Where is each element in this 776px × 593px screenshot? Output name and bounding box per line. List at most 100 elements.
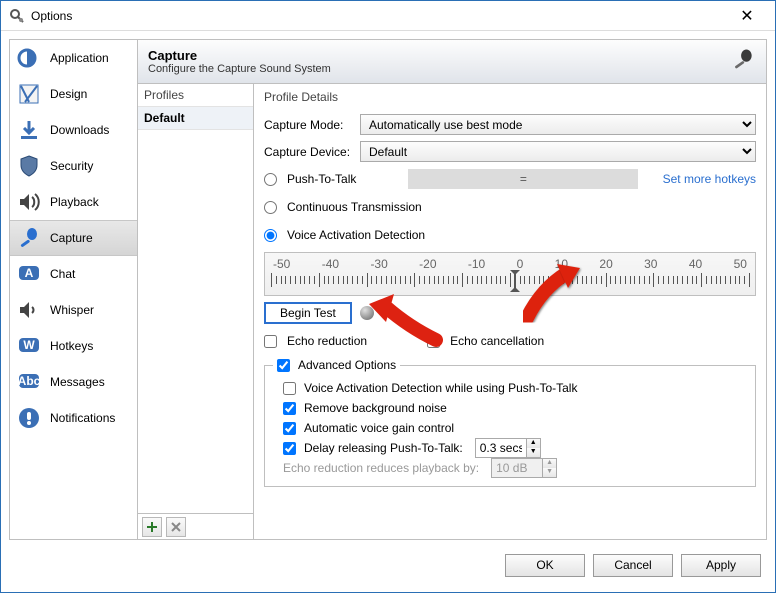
ruler-label: -50 [273, 257, 290, 271]
sidebar-item-playback[interactable]: Playback [10, 184, 137, 220]
ruler-label: 20 [599, 257, 612, 271]
spin-down-icon[interactable]: ▼ [527, 448, 540, 457]
set-more-hotkeys-link[interactable]: Set more hotkeys [663, 172, 756, 186]
remove-profile-button[interactable] [166, 517, 186, 537]
test-led-icon [360, 306, 374, 320]
sidebar-item-application[interactable]: Application [10, 40, 137, 76]
sidebar-item-label: Design [50, 87, 87, 101]
adv-delay-checkbox[interactable] [283, 442, 296, 455]
sidebar-item-downloads[interactable]: Downloads [10, 112, 137, 148]
adv-delay-label: Delay releasing Push-To-Talk: [304, 441, 463, 455]
application-icon [16, 45, 42, 71]
sidebar-item-label: Security [50, 159, 93, 173]
capture-mode-select[interactable]: Automatically use best mode [360, 114, 756, 135]
ok-button[interactable]: OK [505, 554, 585, 577]
messages-icon: Abc [16, 369, 42, 395]
microphone-icon [728, 46, 756, 77]
sidebar-item-label: Whisper [50, 303, 94, 317]
spin-up-icon[interactable]: ▲ [527, 439, 540, 448]
page-header: Capture Configure the Capture Sound Syst… [138, 40, 766, 84]
begin-test-button[interactable]: Begin Test [264, 302, 352, 324]
adv-vad-ptt-checkbox[interactable] [283, 382, 296, 395]
titlebar: Options ✕ [1, 1, 775, 31]
delay-value[interactable] [476, 439, 526, 457]
apply-button[interactable]: Apply [681, 554, 761, 577]
sidebar-item-label: Downloads [50, 123, 109, 137]
ruler-label: 40 [689, 257, 702, 271]
dialog-footer: OK Cancel Apply [9, 546, 767, 584]
sidebar-item-chat[interactable]: A Chat [10, 256, 137, 292]
adv-noise-checkbox[interactable] [283, 402, 296, 415]
sidebar-item-label: Capture [50, 231, 93, 245]
advanced-options-group: Advanced Options Voice Activation Detect… [264, 358, 756, 487]
design-icon [16, 81, 42, 107]
echo-reduction-label: Echo reduction [287, 334, 367, 348]
close-button[interactable]: ✕ [727, 6, 767, 26]
spin-up-icon: ▲ [543, 459, 556, 468]
sidebar-item-security[interactable]: Security [10, 148, 137, 184]
page-subtitle: Configure the Capture Sound System [148, 63, 331, 75]
echo-db-spinner: ▲▼ [491, 458, 557, 478]
sidebar-item-label: Notifications [50, 411, 115, 425]
profiles-panel: Profiles Default [138, 84, 254, 539]
vad-radio[interactable] [264, 229, 277, 242]
cancel-button[interactable]: Cancel [593, 554, 673, 577]
sidebar-item-whisper[interactable]: Whisper [10, 292, 137, 328]
ruler-label: -40 [322, 257, 339, 271]
sidebar-item-label: Chat [50, 267, 75, 281]
sidebar-item-label: Messages [50, 375, 105, 389]
ptt-hotkey-field[interactable] [408, 169, 638, 189]
advanced-options-label: Advanced Options [298, 358, 396, 372]
echo-cancellation-label: Echo cancellation [450, 334, 544, 348]
spin-down-icon: ▼ [543, 468, 556, 477]
sidebar-item-label: Hotkeys [50, 339, 93, 353]
ruler-label: 50 [734, 257, 747, 271]
downloads-icon [16, 117, 42, 143]
sidebar-item-label: Application [50, 51, 109, 65]
continuous-radio[interactable] [264, 201, 277, 214]
ruler-label: -30 [370, 257, 387, 271]
profile-item[interactable]: Default [138, 107, 253, 130]
continuous-label: Continuous Transmission [287, 200, 422, 214]
sidebar-item-design[interactable]: Design [10, 76, 137, 112]
ptt-radio[interactable] [264, 173, 277, 186]
profile-details: Profile Details Capture Mode: Automatica… [254, 84, 766, 539]
playback-icon [16, 189, 42, 215]
page-title: Capture [148, 48, 331, 63]
svg-text:A: A [25, 266, 34, 280]
ptt-label: Push-To-Talk [287, 172, 356, 186]
vad-threshold-slider[interactable]: -50-40-30-20-1001020304050 [264, 252, 756, 296]
delay-spinner[interactable]: ▲▼ [475, 438, 541, 458]
svg-text:Abc: Abc [18, 374, 41, 388]
add-profile-button[interactable] [142, 517, 162, 537]
adv-gain-label: Automatic voice gain control [304, 421, 454, 435]
echo-reduction-checkbox[interactable] [264, 335, 277, 348]
echo-cancellation-checkbox[interactable] [427, 335, 440, 348]
hotkeys-icon: W [16, 333, 42, 359]
sidebar-item-messages[interactable]: Abc Messages [10, 364, 137, 400]
ruler-label: -20 [419, 257, 436, 271]
adv-vad-ptt-label: Voice Activation Detection while using P… [304, 381, 577, 395]
whisper-icon [16, 297, 42, 323]
capture-device-label: Capture Device: [264, 145, 354, 159]
ruler-label: 0 [517, 257, 524, 271]
capture-device-select[interactable]: Default [360, 141, 756, 162]
chat-icon: A [16, 261, 42, 287]
profiles-heading: Profiles [138, 84, 253, 106]
window-title: Options [31, 9, 72, 23]
adv-gain-checkbox[interactable] [283, 422, 296, 435]
profile-details-heading: Profile Details [264, 88, 756, 108]
notifications-icon [16, 405, 42, 431]
sidebar-item-notifications[interactable]: Notifications [10, 400, 137, 436]
sidebar-item-label: Playback [50, 195, 99, 209]
svg-text:W: W [23, 338, 35, 352]
advanced-options-checkbox[interactable] [277, 359, 290, 372]
adv-noise-label: Remove background noise [304, 401, 447, 415]
adv-echo-reduces-label: Echo reduction reduces playback by: [283, 461, 479, 475]
options-window: Options ✕ Application Design Downloads Secu… [0, 0, 776, 593]
sidebar-item-capture[interactable]: Capture [10, 220, 137, 256]
sidebar-item-hotkeys[interactable]: W Hotkeys [10, 328, 137, 364]
capture-mode-label: Capture Mode: [264, 118, 354, 132]
echo-db-value [492, 459, 542, 477]
category-sidebar: Application Design Downloads Security Playba… [10, 40, 138, 539]
